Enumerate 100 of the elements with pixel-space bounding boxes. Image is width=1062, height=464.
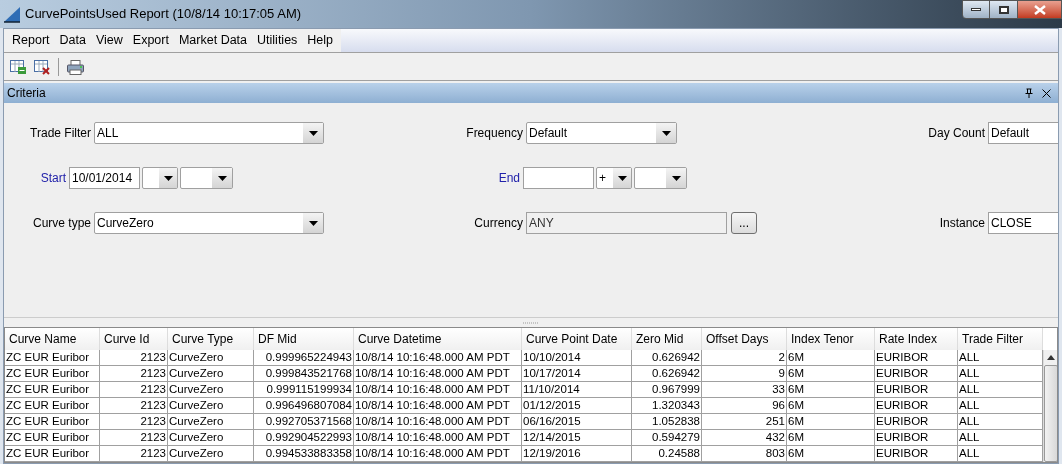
caret-icon bbox=[308, 220, 318, 226]
table-cell: 1.320343 bbox=[632, 398, 702, 413]
column-header[interactable]: Curve Id bbox=[100, 328, 168, 350]
table-cell: 0.996496807084 bbox=[254, 398, 354, 413]
table-cell: 6M bbox=[787, 414, 875, 429]
table-cell: EURIBOR bbox=[875, 414, 958, 429]
column-header[interactable]: Trade Filter bbox=[958, 328, 1043, 350]
caret-icon bbox=[308, 130, 318, 136]
caret-icon bbox=[671, 175, 681, 181]
browse-button[interactable]: ... bbox=[731, 212, 757, 234]
dropdown[interactable] bbox=[634, 167, 687, 189]
dropdown[interactable]: Default bbox=[526, 122, 677, 144]
caret-icon bbox=[617, 175, 627, 181]
table-cell: EURIBOR bbox=[875, 430, 958, 445]
table-cell: 0.24588 bbox=[632, 446, 702, 461]
pin-icon[interactable] bbox=[1025, 88, 1033, 98]
table-cell: 96 bbox=[702, 398, 787, 413]
sign-dropdown[interactable]: + bbox=[596, 167, 632, 189]
table-cell: 6M bbox=[787, 446, 875, 461]
table-cell: CurveZero bbox=[168, 430, 254, 445]
table-cell: 11/10/2014 bbox=[522, 382, 632, 397]
menu-item[interactable]: Utilities bbox=[252, 31, 303, 50]
menu-item[interactable]: Report bbox=[7, 31, 55, 50]
table-cell: 2123 bbox=[100, 446, 168, 461]
dropdown[interactable] bbox=[180, 167, 233, 189]
table-cell: 2123 bbox=[100, 430, 168, 445]
minimize-button[interactable] bbox=[962, 0, 990, 19]
table-add-icon[interactable] bbox=[10, 59, 26, 75]
table-cell: ZC EUR Euribor bbox=[5, 446, 100, 461]
scrollbar[interactable] bbox=[1043, 350, 1057, 462]
table-cell: EURIBOR bbox=[875, 350, 958, 365]
table-cell: 0.992904522993 bbox=[254, 430, 354, 445]
dropdown[interactable]: CurveZero bbox=[94, 212, 324, 234]
column-header[interactable]: Curve Datetime bbox=[354, 328, 522, 350]
table-cell: 0.994533883358 bbox=[254, 446, 354, 461]
close-icon[interactable] bbox=[1042, 88, 1051, 98]
table-cell: 10/8/14 10:16:48.000 AM PDT bbox=[354, 446, 522, 461]
table-cell: CurveZero bbox=[168, 398, 254, 413]
column-header[interactable]: Index Tenor bbox=[787, 328, 875, 350]
table-cell: 0.626942 bbox=[632, 366, 702, 381]
table-cell: ZC EUR Euribor bbox=[5, 350, 100, 365]
table-cell: CurveZero bbox=[168, 350, 254, 365]
menu-item[interactable]: View bbox=[90, 31, 128, 50]
text-field[interactable]: Default bbox=[988, 122, 1058, 144]
table-cell: 10/8/14 10:16:48.000 AM PDT bbox=[354, 350, 522, 365]
printer-icon[interactable] bbox=[67, 59, 84, 75]
column-header[interactable]: Curve Type bbox=[168, 328, 254, 350]
table-cell: 10/8/14 10:16:48.000 AM PDT bbox=[354, 430, 522, 445]
table-cell: CurveZero bbox=[168, 366, 254, 381]
column-header[interactable]: Offset Days bbox=[702, 328, 787, 350]
table-cell: ZC EUR Euribor bbox=[5, 430, 100, 445]
table-cell: 432 bbox=[702, 430, 787, 445]
table-cell: EURIBOR bbox=[875, 398, 958, 413]
column-header[interactable]: Rate Index bbox=[875, 328, 958, 350]
panel-title: Criteria bbox=[7, 85, 46, 102]
table-cell: 2123 bbox=[100, 382, 168, 397]
dropdown[interactable]: ALL bbox=[94, 122, 324, 144]
table-cell: 2123 bbox=[100, 398, 168, 413]
maximize-button[interactable] bbox=[990, 0, 1017, 19]
table-delete-icon[interactable] bbox=[34, 59, 50, 75]
text-field[interactable]: CLOSE bbox=[988, 212, 1058, 234]
column-header[interactable]: DF Mid bbox=[254, 328, 354, 350]
table-cell: 6M bbox=[787, 398, 875, 413]
field-label: Day Count bbox=[928, 125, 985, 142]
menu-item[interactable]: Data bbox=[54, 31, 91, 50]
table-cell: EURIBOR bbox=[875, 366, 958, 381]
menu-item[interactable]: Help bbox=[302, 31, 339, 50]
table-cell: 0.992705371568 bbox=[254, 414, 354, 429]
column-header[interactable]: Curve Point Date bbox=[522, 328, 632, 350]
table-cell: 33 bbox=[702, 382, 787, 397]
field-label: Instance bbox=[939, 215, 985, 232]
table-cell: 9 bbox=[702, 366, 787, 381]
table-cell: ZC EUR Euribor bbox=[5, 366, 100, 381]
caret-icon bbox=[661, 130, 671, 136]
column-header[interactable]: Zero Mid bbox=[632, 328, 702, 350]
scroll-up-icon[interactable] bbox=[1047, 355, 1055, 360]
table-cell: 6M bbox=[787, 366, 875, 381]
table-cell: 01/12/2015 bbox=[522, 398, 632, 413]
table-cell: 12/19/2016 bbox=[522, 446, 632, 461]
table-cell: 06/16/2015 bbox=[522, 414, 632, 429]
splitter-grip-icon[interactable] bbox=[523, 321, 539, 324]
menu-item[interactable]: Export bbox=[127, 31, 174, 50]
close-button[interactable] bbox=[1017, 0, 1062, 19]
table-cell: 0.999115199934 bbox=[254, 382, 354, 397]
date-field[interactable] bbox=[523, 167, 594, 189]
table-cell: ZC EUR Euribor bbox=[5, 398, 100, 413]
table-cell: 1.052838 bbox=[632, 414, 702, 429]
field-label: Currency bbox=[474, 215, 523, 232]
table-cell: 6M bbox=[787, 382, 875, 397]
table-cell: 10/8/14 10:16:48.000 AM PDT bbox=[354, 366, 522, 381]
date-field[interactable]: 10/01/2014 bbox=[69, 167, 140, 189]
column-header[interactable]: Curve Name bbox=[5, 328, 100, 350]
table-cell: CurveZero bbox=[168, 382, 254, 397]
sign-dropdown[interactable] bbox=[142, 167, 178, 189]
table-cell: 10/8/14 10:16:48.000 AM PDT bbox=[354, 382, 522, 397]
table-cell: EURIBOR bbox=[875, 382, 958, 397]
table-cell: 10/10/2014 bbox=[522, 350, 632, 365]
caret-icon bbox=[163, 175, 173, 181]
menu-item[interactable]: Market Data bbox=[173, 31, 253, 50]
table-cell: 0.967999 bbox=[632, 382, 702, 397]
